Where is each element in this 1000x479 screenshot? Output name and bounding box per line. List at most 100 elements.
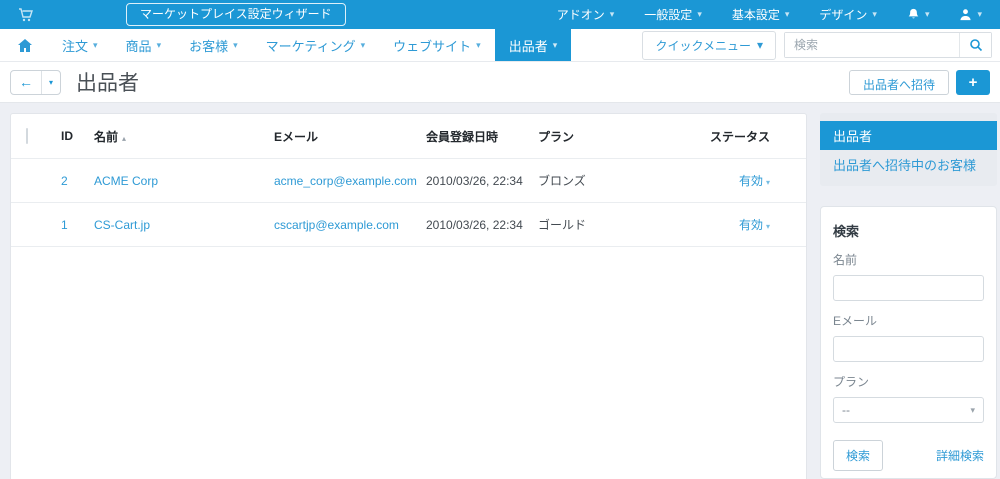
status-label: 有効 bbox=[738, 218, 763, 232]
name-field[interactable] bbox=[833, 275, 984, 301]
chevron-down-icon: ▾ bbox=[784, 9, 790, 19]
admin-topbar: マーケットプレイス設定ウィザード アドオン ▾ 一般設定 ▾ 基本設定 ▾ デザ… bbox=[0, 0, 1000, 29]
vendor-email-link[interactable]: acme_corp@example.com bbox=[274, 174, 417, 188]
bell-icon bbox=[908, 8, 919, 19]
column-label: 名前 bbox=[94, 129, 119, 144]
topbar-menu-general-settings[interactable]: 一般設定 ▾ bbox=[644, 6, 702, 23]
vendors-table-panel: ID 名前 ▴ Eメール 会員登録日時 プラン ステータス 2 ACME Corp… bbox=[10, 113, 807, 479]
chevron-down-icon: ▾ bbox=[765, 178, 770, 187]
vendor-registered: 2010/03/26, 22:34 bbox=[426, 217, 523, 232]
vendor-status-dropdown[interactable]: 有効 ▾ bbox=[739, 218, 770, 232]
nav-label: マーケティング bbox=[265, 38, 356, 54]
table-row: 1 CS-Cart.jp cscartjp@example.com 2010/0… bbox=[11, 203, 806, 247]
vendor-id-link[interactable]: 2 bbox=[61, 174, 68, 188]
column-header-email[interactable]: Eメール bbox=[274, 128, 426, 145]
nav-label: ウェブサイト bbox=[393, 38, 472, 54]
search-panel-footer: 検索 詳細検索 bbox=[833, 440, 984, 471]
chevron-down-icon: ▾ bbox=[156, 39, 162, 50]
vendor-plan: ブロンズ bbox=[538, 174, 586, 188]
nav-item-orders[interactable]: 注文 ▾ bbox=[48, 29, 112, 61]
nav-label: 出品者 bbox=[508, 38, 548, 54]
sidebar-menu: 出品者 出品者へ招待中のお客様 bbox=[820, 113, 997, 186]
advanced-search-link[interactable]: 詳細検索 bbox=[936, 447, 984, 464]
quick-menu-button[interactable]: クイックメニュー ▾ bbox=[642, 30, 776, 60]
marketplace-wizard-button[interactable]: マーケットプレイス設定ウィザード bbox=[126, 3, 346, 26]
back-dropdown-button[interactable]: ▾ bbox=[41, 70, 60, 94]
cart-icon[interactable] bbox=[18, 7, 34, 22]
search-submit-button[interactable]: 検索 bbox=[833, 440, 884, 471]
vendor-status-dropdown[interactable]: 有効 ▾ bbox=[739, 174, 770, 188]
column-header-status[interactable]: ステータス bbox=[700, 128, 770, 145]
chevron-down-icon: ▾ bbox=[93, 39, 98, 50]
table-row: 2 ACME Corp acme_corp@example.com 2010/0… bbox=[11, 159, 806, 203]
back-split-button: ← ▾ bbox=[10, 69, 61, 95]
plus-icon: + bbox=[968, 73, 978, 91]
sidebar-item-invited-customers[interactable]: 出品者へ招待中のお客様 bbox=[820, 150, 997, 179]
name-field-label: 名前 bbox=[833, 253, 858, 267]
topbar-menu-basic-settings[interactable]: 基本設定 ▾ bbox=[732, 6, 790, 23]
select-all-checkbox[interactable] bbox=[26, 128, 28, 144]
chevron-down-icon: ▾ bbox=[552, 39, 558, 50]
table-header-row: ID 名前 ▴ Eメール 会員登録日時 プラン ステータス bbox=[11, 114, 806, 159]
plan-select[interactable]: -- ▾ bbox=[833, 397, 984, 423]
vendor-name-link[interactable]: CS-Cart.jp bbox=[94, 218, 150, 232]
column-header-id[interactable]: ID bbox=[61, 129, 94, 143]
chevron-down-icon: ▾ bbox=[924, 9, 930, 19]
vendor-plan: ゴールド bbox=[538, 218, 587, 232]
back-button[interactable]: ← bbox=[11, 71, 41, 94]
column-header-name[interactable]: 名前 ▴ bbox=[94, 128, 274, 145]
menu-label: デザイン bbox=[819, 8, 868, 22]
page-header-actions: 出品者へ招待 + bbox=[848, 69, 990, 95]
column-header-plan[interactable]: プラン bbox=[538, 128, 700, 145]
navbar-right: クイックメニュー ▾ bbox=[642, 29, 1000, 61]
menu-label: 基本設定 bbox=[731, 8, 780, 22]
chevron-down-icon: ▾ bbox=[872, 9, 877, 19]
account-menu[interactable]: ▾ bbox=[959, 8, 982, 21]
chevron-down-icon: ▾ bbox=[48, 77, 53, 87]
invite-vendor-button[interactable]: 出品者へ招待 bbox=[848, 69, 949, 95]
search-panel-title: 検索 bbox=[833, 224, 860, 239]
nav-item-website[interactable]: ウェブサイト ▾ bbox=[379, 29, 495, 61]
nav-label: 注文 bbox=[62, 38, 89, 54]
chevron-down-icon: ▾ bbox=[233, 39, 238, 50]
vendor-email-link[interactable]: cscartjp@example.com bbox=[274, 218, 399, 232]
email-field[interactable] bbox=[833, 336, 984, 362]
search-submit-button[interactable] bbox=[959, 33, 991, 57]
content-area: ID 名前 ▴ Eメール 会員登録日時 プラン ステータス 2 ACME Corp… bbox=[0, 103, 1000, 479]
email-field-label: Eメール bbox=[833, 314, 878, 328]
vendor-id-link[interactable]: 1 bbox=[61, 218, 68, 232]
home-icon[interactable] bbox=[18, 29, 48, 61]
plan-select-value: -- bbox=[842, 403, 850, 417]
topbar-menus: アドオン ▾ 一般設定 ▾ 基本設定 ▾ デザイン ▾ ▾ ▾ bbox=[557, 6, 982, 23]
topbar-menu-design[interactable]: デザイン ▾ bbox=[819, 6, 877, 23]
main-navbar: 注文 ▾ 商品 ▾ お客様 ▾ マーケティング ▾ ウェブサイト ▾ 出品者 ▾… bbox=[0, 29, 1000, 62]
vendor-registered: 2010/03/26, 22:34 bbox=[426, 173, 523, 188]
quick-menu-label: クイックメニュー bbox=[655, 38, 751, 53]
page-title: 出品者 bbox=[76, 72, 139, 95]
topbar-menu-addons[interactable]: アドオン ▾ bbox=[557, 6, 615, 23]
chevron-down-icon: ▾ bbox=[765, 222, 770, 231]
nav-item-products[interactable]: 商品 ▾ bbox=[112, 29, 176, 61]
nav-item-marketing[interactable]: マーケティング ▾ bbox=[252, 29, 380, 61]
add-vendor-button[interactable]: + bbox=[956, 69, 990, 95]
search-icon bbox=[969, 39, 982, 52]
nav-label: お客様 bbox=[189, 38, 229, 54]
nav-item-customers[interactable]: お客様 ▾ bbox=[175, 29, 252, 61]
sidebar-search-panel: 検索 名前 Eメール プラン -- ▾ 検索 詳細検索 bbox=[820, 206, 997, 479]
plan-field-label: プラン bbox=[833, 375, 870, 389]
chevron-down-icon: ▾ bbox=[476, 39, 481, 50]
back-arrow-icon: ← bbox=[19, 74, 33, 90]
vendor-name-link[interactable]: ACME Corp bbox=[94, 174, 158, 188]
status-label: 有効 bbox=[738, 174, 763, 188]
chevron-down-icon: ▾ bbox=[970, 404, 975, 415]
page-header: ← ▾ 出品者 出品者へ招待 + bbox=[0, 62, 1000, 103]
sort-asc-icon: ▴ bbox=[122, 133, 127, 143]
chevron-down-icon: ▾ bbox=[360, 39, 366, 50]
chevron-down-icon: ▾ bbox=[697, 9, 702, 19]
sidebar-item-vendors[interactable]: 出品者 bbox=[820, 121, 997, 150]
nav-label: 商品 bbox=[125, 38, 152, 54]
column-header-registered[interactable]: 会員登録日時 bbox=[426, 128, 538, 145]
notifications-menu[interactable]: ▾ bbox=[907, 8, 930, 21]
search-input[interactable] bbox=[785, 33, 959, 57]
nav-item-vendors[interactable]: 出品者 ▾ bbox=[494, 29, 572, 61]
